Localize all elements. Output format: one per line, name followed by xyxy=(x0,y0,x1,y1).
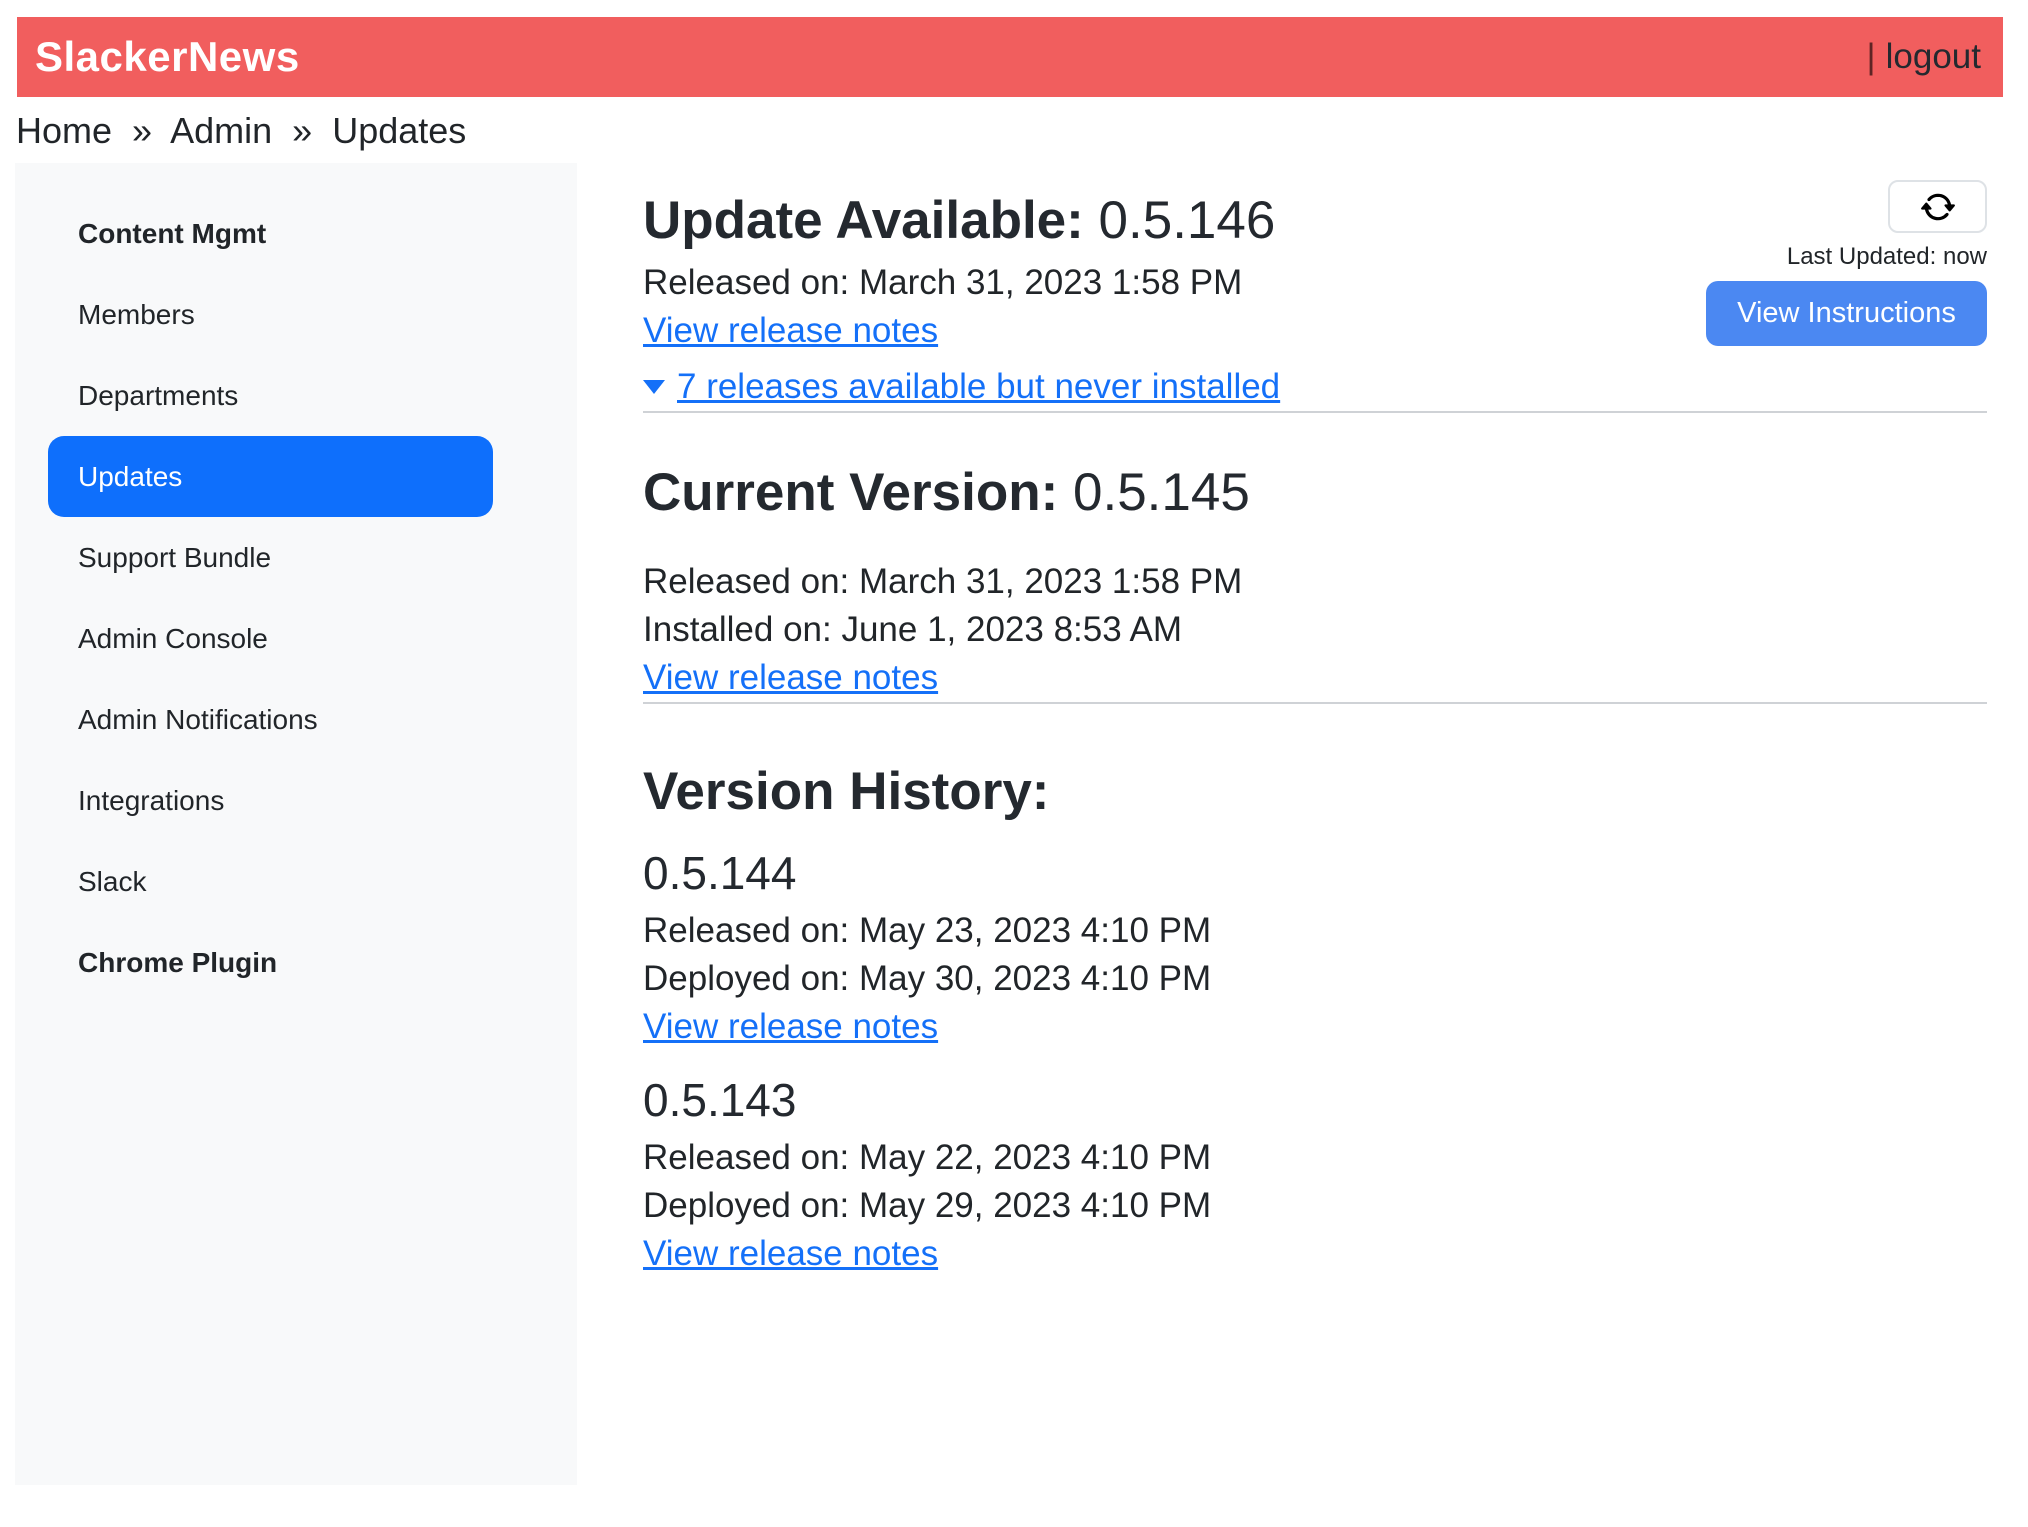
caret-down-icon xyxy=(643,380,665,394)
update-released-on: Released on: March 31, 2023 1:58 PM xyxy=(643,259,1280,307)
history-released-on: Released on: May 22, 2023 4:10 PM xyxy=(643,1134,1987,1182)
app-header: SlackerNews | logout xyxy=(17,17,2003,97)
sidebar-item-label: Integrations xyxy=(78,785,224,817)
update-controls: Last Updated: now View Instructions xyxy=(1706,180,1987,411)
sidebar-item-slack[interactable]: Slack xyxy=(48,841,493,922)
sidebar-item-label: Slack xyxy=(78,866,146,898)
current-version-heading: Current Version: 0.5.145 xyxy=(643,461,1987,525)
current-version-label: Current Version: xyxy=(643,463,1058,522)
update-available-heading: Update Available: 0.5.146 xyxy=(643,189,1280,253)
breadcrumb: Home » Admin » Updates xyxy=(16,109,2028,153)
history-release-notes-link[interactable]: View release notes xyxy=(643,1003,938,1051)
history-released-on: Released on: May 23, 2023 4:10 PM xyxy=(643,907,1987,955)
update-available-section: Update Available: 0.5.146 Released on: M… xyxy=(643,163,1987,411)
version-history-entry: 0.5.144 Released on: May 23, 2023 4:10 P… xyxy=(643,846,1987,1051)
logout-separator: | xyxy=(1867,37,1876,77)
refresh-icon xyxy=(1921,190,1955,224)
breadcrumb-updates: Updates xyxy=(332,110,466,151)
history-entry-details: Released on: May 23, 2023 4:10 PM Deploy… xyxy=(643,907,1987,1051)
update-available-version: 0.5.146 xyxy=(1099,191,1276,250)
admin-sidebar: Content Mgmt Members Departments Updates… xyxy=(15,163,577,1485)
page-layout: Content Mgmt Members Departments Updates… xyxy=(0,163,2028,1485)
history-deployed-on: Deployed on: May 29, 2023 4:10 PM xyxy=(643,1182,1987,1230)
history-release-notes-row: View release notes xyxy=(643,1230,1987,1278)
history-version-number: 0.5.143 xyxy=(643,1073,1987,1128)
sidebar-item-admin-notifications[interactable]: Admin Notifications xyxy=(48,679,493,760)
history-deployed-on: Deployed on: May 30, 2023 4:10 PM xyxy=(643,955,1987,1003)
sidebar-item-label: Chrome Plugin xyxy=(78,947,277,979)
breadcrumb-separator: » xyxy=(132,110,152,151)
current-released-on: Released on: March 31, 2023 1:58 PM xyxy=(643,558,1987,606)
breadcrumb-admin[interactable]: Admin xyxy=(170,110,272,151)
version-history-list: 0.5.144 Released on: May 23, 2023 4:10 P… xyxy=(643,846,1987,1278)
sidebar-item-integrations[interactable]: Integrations xyxy=(48,760,493,841)
sidebar-item-label: Updates xyxy=(78,461,182,493)
breadcrumb-separator: » xyxy=(292,110,312,151)
sidebar-nav-list: Content Mgmt Members Departments Updates… xyxy=(15,193,577,1003)
history-entry-details: Released on: May 22, 2023 4:10 PM Deploy… xyxy=(643,1134,1987,1278)
update-available-label: Update Available: xyxy=(643,191,1084,250)
sidebar-item-label: Members xyxy=(78,299,195,331)
sidebar-item-members[interactable]: Members xyxy=(48,274,493,355)
sidebar-item-content-mgmt[interactable]: Content Mgmt xyxy=(48,193,493,274)
update-release-notes-row: View release notes xyxy=(643,307,1280,355)
releases-notice-link[interactable]: 7 releases available but never installed xyxy=(677,363,1280,411)
breadcrumb-home[interactable]: Home xyxy=(16,110,112,151)
version-history-section: Version History: 0.5.144 Released on: Ma… xyxy=(643,760,1987,1278)
update-release-notes-link[interactable]: View release notes xyxy=(643,307,938,355)
version-history-entry: 0.5.143 Released on: May 22, 2023 4:10 P… xyxy=(643,1073,1987,1278)
history-release-notes-link[interactable]: View release notes xyxy=(643,1230,938,1278)
sidebar-item-chrome-plugin[interactable]: Chrome Plugin xyxy=(48,922,493,1003)
logout-link[interactable]: logout xyxy=(1886,37,1981,77)
section-divider xyxy=(643,411,1987,413)
sidebar-item-label: Admin Console xyxy=(78,623,268,655)
current-installed-on: Installed on: June 1, 2023 8:53 AM xyxy=(643,606,1987,654)
sidebar-item-support-bundle[interactable]: Support Bundle xyxy=(48,517,493,598)
sidebar-item-updates[interactable]: Updates xyxy=(48,436,493,517)
logout-area: | logout xyxy=(1867,37,1981,77)
current-version-section: Current Version: 0.5.145 Released on: Ma… xyxy=(643,461,1987,703)
sidebar-item-departments[interactable]: Departments xyxy=(48,355,493,436)
current-release-notes-row: View release notes xyxy=(643,654,1987,702)
sidebar-item-admin-console[interactable]: Admin Console xyxy=(48,598,493,679)
version-history-heading: Version History: xyxy=(643,760,1987,824)
history-version-number: 0.5.144 xyxy=(643,846,1987,901)
current-release-notes-link[interactable]: View release notes xyxy=(643,654,938,702)
update-available-info: Update Available: 0.5.146 Released on: M… xyxy=(643,163,1280,411)
view-instructions-button[interactable]: View Instructions xyxy=(1706,281,1987,346)
last-updated-text: Last Updated: now xyxy=(1787,243,1987,271)
main-content: Update Available: 0.5.146 Released on: M… xyxy=(643,163,1987,1278)
section-divider xyxy=(643,702,1987,704)
history-release-notes-row: View release notes xyxy=(643,1003,1987,1051)
sidebar-item-label: Content Mgmt xyxy=(78,218,266,250)
current-version-details: Released on: March 31, 2023 1:58 PM Inst… xyxy=(643,558,1987,702)
app-logo[interactable]: SlackerNews xyxy=(35,33,300,81)
releases-notice-row: 7 releases available but never installed xyxy=(643,363,1280,411)
refresh-button[interactable] xyxy=(1888,180,1987,233)
sidebar-item-label: Departments xyxy=(78,380,238,412)
sidebar-item-label: Support Bundle xyxy=(78,542,271,574)
current-version-number: 0.5.145 xyxy=(1073,463,1250,522)
sidebar-item-label: Admin Notifications xyxy=(78,704,318,736)
